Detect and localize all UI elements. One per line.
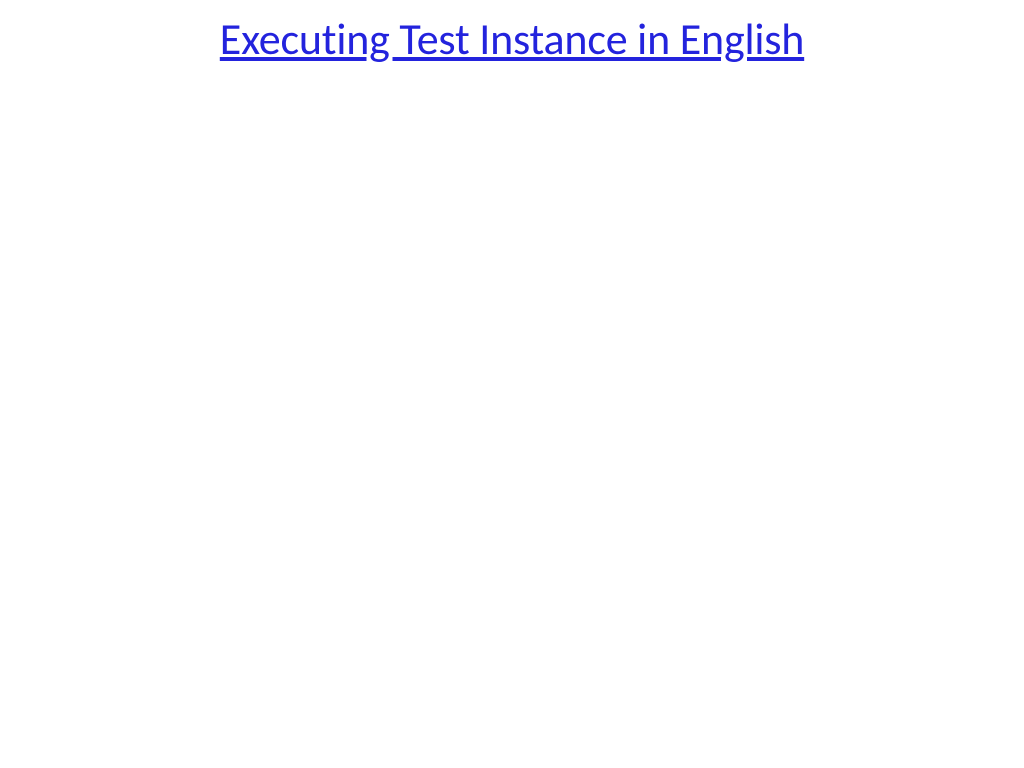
slide-container: Executing Test Instance in English <box>0 0 1024 768</box>
slide-title: Executing Test Instance in English <box>0 12 1024 66</box>
